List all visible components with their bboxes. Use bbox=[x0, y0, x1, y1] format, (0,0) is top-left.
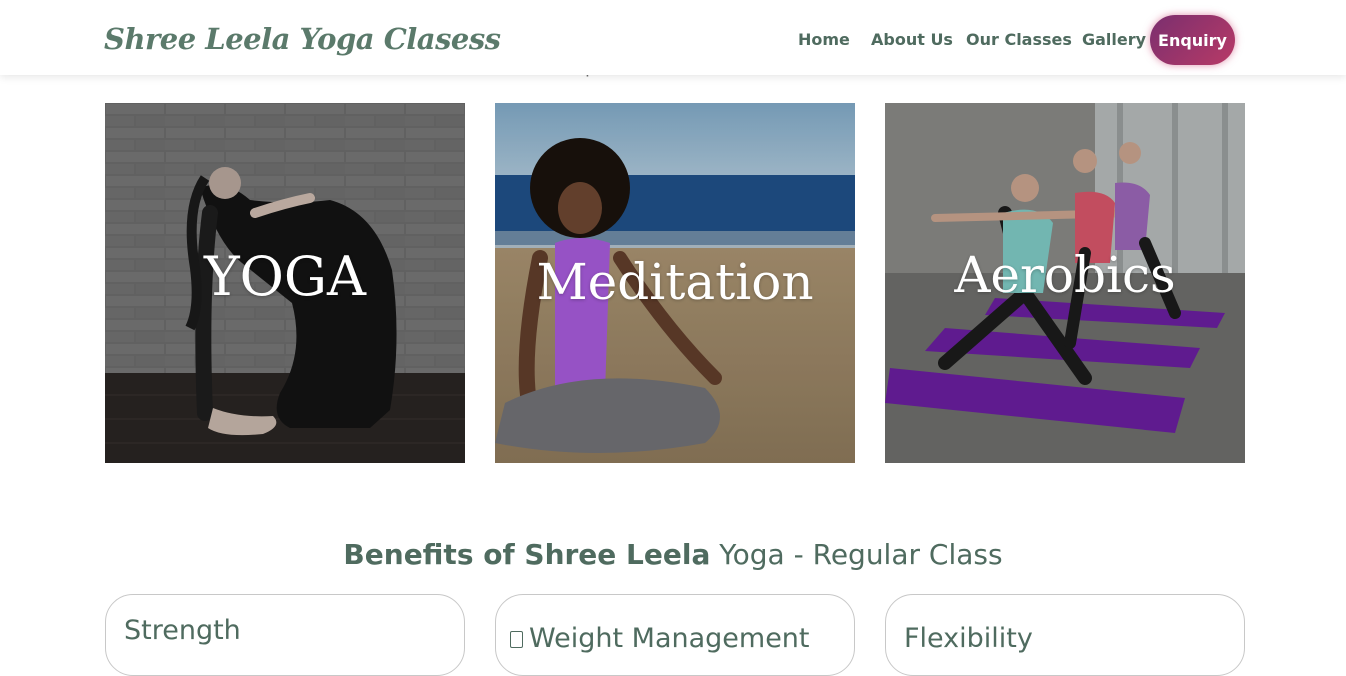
benefit-title-flexibility: Flexibility bbox=[904, 623, 1033, 654]
benefit-title-weight-management: Weight Management bbox=[510, 623, 810, 654]
class-card-aerobics[interactable]: Aerobics bbox=[885, 103, 1245, 463]
nav-gallery[interactable]: Gallery bbox=[1082, 30, 1146, 49]
site-header: Shree Leela Yoga Clasess Home About Us O… bbox=[0, 0, 1346, 75]
class-card-yoga[interactable]: YOGA bbox=[105, 103, 465, 463]
benefits-heading-rest: Yoga - Regular Class bbox=[719, 538, 1003, 571]
benefit-card-strength: Strength bbox=[105, 594, 465, 676]
class-label-meditation: Meditation bbox=[536, 253, 814, 311]
benefits-heading: Benefits of Shree Leela Yoga - Regular C… bbox=[0, 538, 1346, 571]
nav-home[interactable]: Home bbox=[798, 30, 850, 49]
class-label-aerobics: Aerobics bbox=[954, 246, 1176, 304]
site-logo[interactable]: Shree Leela Yoga Clasess bbox=[104, 22, 501, 56]
benefits-heading-bold: Benefits of Shree Leela bbox=[343, 538, 711, 571]
nav-our-classes[interactable]: Our Classes bbox=[966, 30, 1072, 49]
benefit-card-flexibility: Flexibility bbox=[885, 594, 1245, 676]
class-label-yoga: YOGA bbox=[203, 245, 367, 308]
class-card-meditation[interactable]: Meditation bbox=[495, 103, 855, 463]
nav-about-us[interactable]: About Us bbox=[871, 30, 953, 49]
benefit-title-text: Weight Management bbox=[529, 623, 810, 654]
benefit-title-strength: Strength bbox=[124, 615, 241, 646]
missing-glyph-icon bbox=[510, 631, 523, 648]
benefit-card-weight-management: Weight Management bbox=[495, 594, 855, 676]
enquiry-button[interactable]: Enquiry bbox=[1150, 15, 1235, 65]
